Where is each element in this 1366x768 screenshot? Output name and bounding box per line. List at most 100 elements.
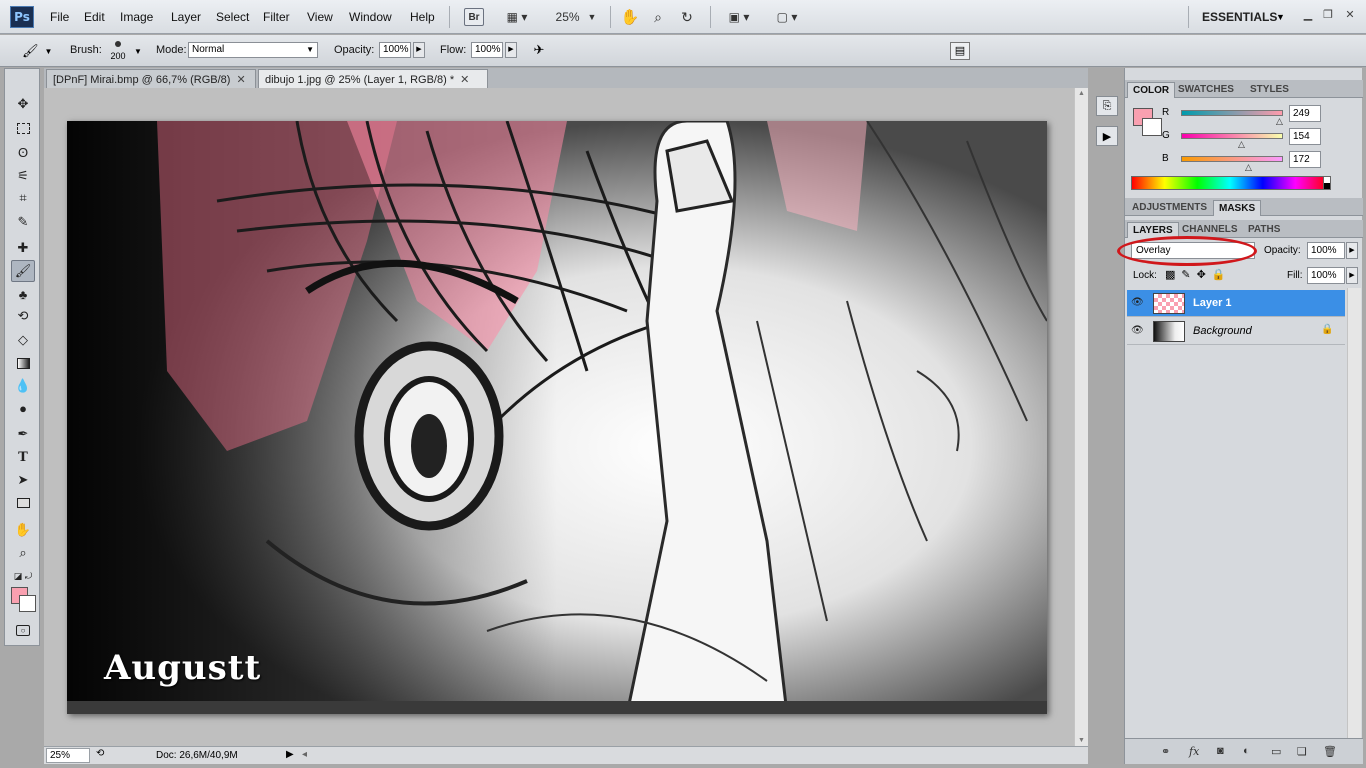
slider-thumb-icon[interactable]: △ <box>1238 139 1245 150</box>
link-layers-icon[interactable]: ⚭ <box>1161 745 1170 758</box>
minimize-button[interactable]: ▁ <box>1298 8 1318 24</box>
lock-all-icon[interactable]: 🔒 <box>1212 269 1232 281</box>
brush-picker[interactable]: 200 <box>106 39 130 65</box>
scroll-left-icon[interactable]: ◂ <box>302 749 307 760</box>
menu-view[interactable]: View <box>307 10 333 24</box>
new-group-icon[interactable]: ▭ <box>1271 745 1281 758</box>
tab-masks[interactable]: MASKS <box>1213 200 1262 216</box>
tab-adjustments[interactable]: ADJUSTMENTS <box>1127 200 1212 216</box>
tab-styles[interactable]: STYLES <box>1245 82 1294 98</box>
slider-thumb-icon[interactable]: △ <box>1276 116 1283 127</box>
move-tool[interactable]: ✥ <box>11 93 35 115</box>
brush-tool[interactable]: 🖌 <box>11 260 35 282</box>
lock-options[interactable]: ▩✎✥🔒 <box>1165 268 1232 281</box>
close-icon[interactable]: ✕ <box>460 74 469 86</box>
layer-row-layer-1[interactable]: 👁 Layer 1 <box>1127 290 1345 317</box>
tab-dibujo-jpg[interactable]: dibujo 1.jpg @ 25% (Layer 1, RGB/8) * ✕ <box>258 69 488 88</box>
marquee-tool[interactable] <box>11 117 35 139</box>
quick-selection-tool[interactable]: ⚟ <box>11 165 35 187</box>
shape-tool[interactable] <box>11 492 35 514</box>
green-channel-track[interactable] <box>1181 133 1283 139</box>
tool-preset-picker[interactable]: 🖌 ▼ <box>22 41 56 61</box>
visibility-eye-icon[interactable]: 👁 <box>1131 325 1144 336</box>
airbrush-toggle[interactable]: ✈ <box>528 42 550 60</box>
crop-tool[interactable]: ⌗ <box>11 187 35 209</box>
rotate-view-button[interactable]: ↻ <box>676 6 698 28</box>
layer-style-icon[interactable]: fx <box>1189 745 1199 758</box>
history-brush-tool[interactable]: ⟲ <box>11 305 35 327</box>
delete-layer-icon[interactable]: 🗑 <box>1323 745 1337 758</box>
restore-button[interactable]: ❐ <box>1318 8 1338 24</box>
menu-layer[interactable]: Layer <box>171 10 201 24</box>
green-value-input[interactable]: 154 <box>1289 128 1321 145</box>
slider-thumb-icon[interactable]: △ <box>1245 162 1252 173</box>
lock-position-icon[interactable]: ✥ <box>1197 269 1212 281</box>
close-icon[interactable]: ✕ <box>236 74 245 86</box>
status-menu-icon[interactable]: ⟲ <box>96 748 104 759</box>
tab-swatches[interactable]: SWATCHES <box>1173 82 1239 98</box>
opacity-input[interactable]: 100% <box>379 42 411 58</box>
pen-tool[interactable]: ✒ <box>11 423 35 445</box>
tab-paths[interactable]: PATHS <box>1243 222 1285 238</box>
opacity-slider-button[interactable]: ▶ <box>413 42 425 58</box>
hand-tool-button[interactable]: ✋ <box>620 6 640 28</box>
menu-filter[interactable]: Filter <box>263 10 290 24</box>
history-panel-button[interactable]: ⎘ <box>1096 96 1118 116</box>
lock-transparency-icon[interactable]: ▩ <box>1165 269 1181 281</box>
dodge-tool[interactable]: ● <box>11 397 35 419</box>
layers-scrollbar[interactable] <box>1347 288 1361 738</box>
menu-image[interactable]: Image <box>120 10 153 24</box>
red-channel-track[interactable] <box>1181 110 1283 116</box>
mode-select[interactable]: Normal ▼ <box>188 42 318 58</box>
zoom-tool[interactable]: ⌕ <box>11 542 35 564</box>
chevron-down-icon[interactable]: ▼ <box>134 47 142 56</box>
arrange-documents-button[interactable]: ▣ ▾ <box>722 6 756 28</box>
healing-brush-tool[interactable]: ✚ <box>11 237 35 259</box>
zoom-input[interactable]: 25% <box>46 748 90 763</box>
blur-tool[interactable]: 💧 <box>11 375 35 397</box>
menu-file[interactable]: File <box>50 10 69 24</box>
flow-slider-button[interactable]: ▶ <box>505 42 517 58</box>
adjustment-layer-icon[interactable]: ◐ <box>1243 745 1250 757</box>
actions-panel-button[interactable]: ▶ <box>1096 126 1118 146</box>
path-selection-tool[interactable]: ➤ <box>11 469 35 491</box>
lasso-tool[interactable]: ʘ <box>11 141 35 163</box>
layer-row-background[interactable]: 👁 Background 🔒 <box>1127 318 1345 345</box>
menu-window[interactable]: Window <box>349 10 392 24</box>
visibility-eye-icon[interactable]: 👁 <box>1131 297 1144 308</box>
close-button[interactable]: ✕ <box>1340 8 1360 24</box>
background-color-swatch[interactable] <box>19 595 36 612</box>
type-tool[interactable]: T <box>11 446 35 468</box>
color-spectrum-ramp[interactable] <box>1131 176 1329 190</box>
fill-slider-button[interactable]: ▶ <box>1346 267 1358 284</box>
fill-input[interactable]: 100% <box>1307 267 1345 284</box>
screen-mode-button[interactable]: ▢ ▾ <box>770 6 804 28</box>
gradient-tool[interactable] <box>11 352 35 374</box>
eraser-tool[interactable]: ◇ <box>11 329 35 351</box>
black-white-ramp[interactable] <box>1323 176 1331 190</box>
layer-opacity-slider-button[interactable]: ▶ <box>1346 242 1358 259</box>
tab-color[interactable]: COLOR <box>1127 82 1176 98</box>
hand-tool[interactable]: ✋ <box>11 519 35 541</box>
add-mask-icon[interactable]: ◙ <box>1217 745 1224 757</box>
zoom-level-dropdown[interactable]: 25% ▼ <box>554 6 598 28</box>
menu-edit[interactable]: Edit <box>84 10 105 24</box>
bridge-button[interactable]: Br <box>464 6 484 28</box>
image-canvas[interactable] <box>67 121 1047 714</box>
tab-mirai-bmp[interactable]: [DPnF] Mirai.bmp @ 66,7% (RGB/8) ✕ <box>46 69 256 88</box>
status-menu-arrow-icon[interactable]: ▶ <box>286 749 294 760</box>
new-layer-icon[interactable]: ❏ <box>1297 745 1307 758</box>
workspace-switcher[interactable]: ESSENTIALS <box>1202 10 1277 24</box>
eyedropper-tool[interactable]: ✎ <box>11 211 35 233</box>
menu-select[interactable]: Select <box>216 10 249 24</box>
blue-channel-track[interactable] <box>1181 156 1283 162</box>
flow-input[interactable]: 100% <box>471 42 503 58</box>
blue-value-input[interactable]: 172 <box>1289 151 1321 168</box>
document-vertical-scrollbar[interactable]: ▲ ▼ <box>1074 88 1088 746</box>
zoom-tool-button[interactable]: ⌕ <box>648 6 668 28</box>
clone-stamp-tool[interactable]: ♣ <box>11 283 35 305</box>
quick-mask-button[interactable]: ○ <box>11 619 35 641</box>
swap-colors-button[interactable]: ◪ ⤾ <box>11 565 35 587</box>
layer-opacity-input[interactable]: 100% <box>1307 242 1345 259</box>
view-extras-button[interactable]: ▦ ▾ <box>500 6 534 28</box>
